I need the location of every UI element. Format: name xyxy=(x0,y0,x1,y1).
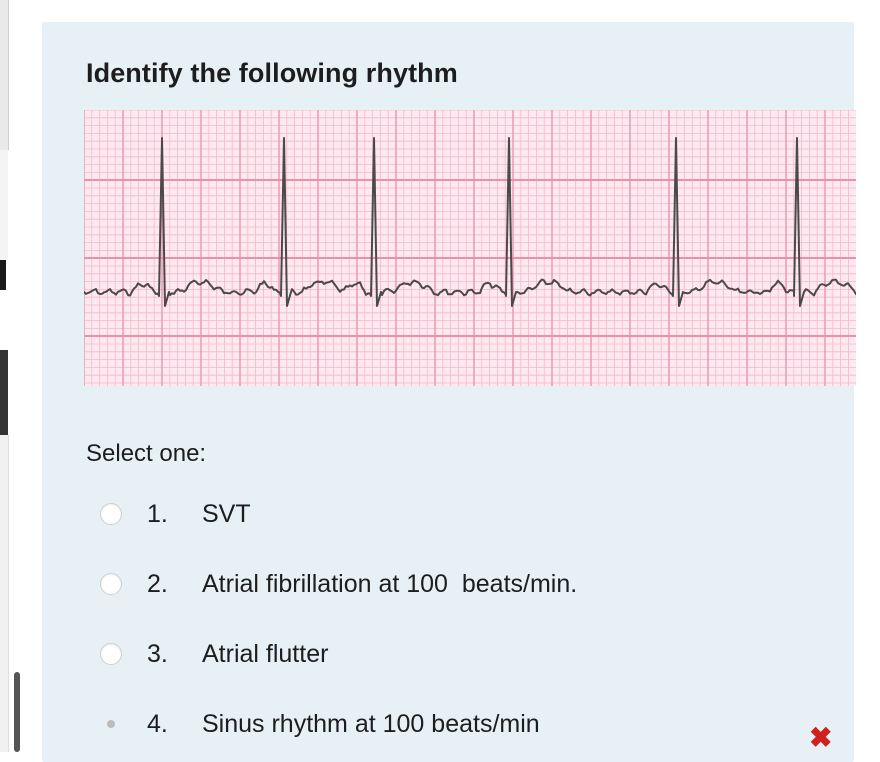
radio-button-option-2[interactable] xyxy=(100,573,122,595)
radio-button-option-1[interactable] xyxy=(100,503,122,525)
option-label: SVT xyxy=(202,499,251,528)
scrollbar-handle[interactable] xyxy=(14,672,20,752)
incorrect-cross-icon: ✖ xyxy=(809,722,833,753)
option-number: 4. xyxy=(147,709,168,738)
answer-option-1[interactable]: 1. SVT xyxy=(100,492,800,536)
option-number: 2. xyxy=(147,569,168,598)
answer-option-4[interactable]: 4. Sinus rhythm at 100 beats/min xyxy=(100,702,800,746)
option-label: Atrial flutter xyxy=(202,639,329,668)
question-panel: Identify the following rhythm Select one… xyxy=(42,22,856,762)
radio-button-option-4-selected[interactable] xyxy=(100,713,122,735)
ecg-strip-image xyxy=(84,110,856,386)
select-one-prompt: Select one: xyxy=(86,440,207,467)
option-label: Atrial fibrillation at 100 beats/min. xyxy=(202,569,578,598)
option-number: 3. xyxy=(147,639,168,668)
option-label: Sinus rhythm at 100 beats/min xyxy=(202,709,540,738)
answer-option-2[interactable]: 2. Atrial fibrillation at 100 beats/min. xyxy=(100,562,800,606)
question-title: Identify the following rhythm xyxy=(86,58,458,88)
radio-button-option-3[interactable] xyxy=(100,643,122,665)
option-number: 1. xyxy=(147,499,168,528)
answer-option-3[interactable]: 3. Atrial flutter xyxy=(100,632,800,676)
window-edge xyxy=(0,0,9,752)
